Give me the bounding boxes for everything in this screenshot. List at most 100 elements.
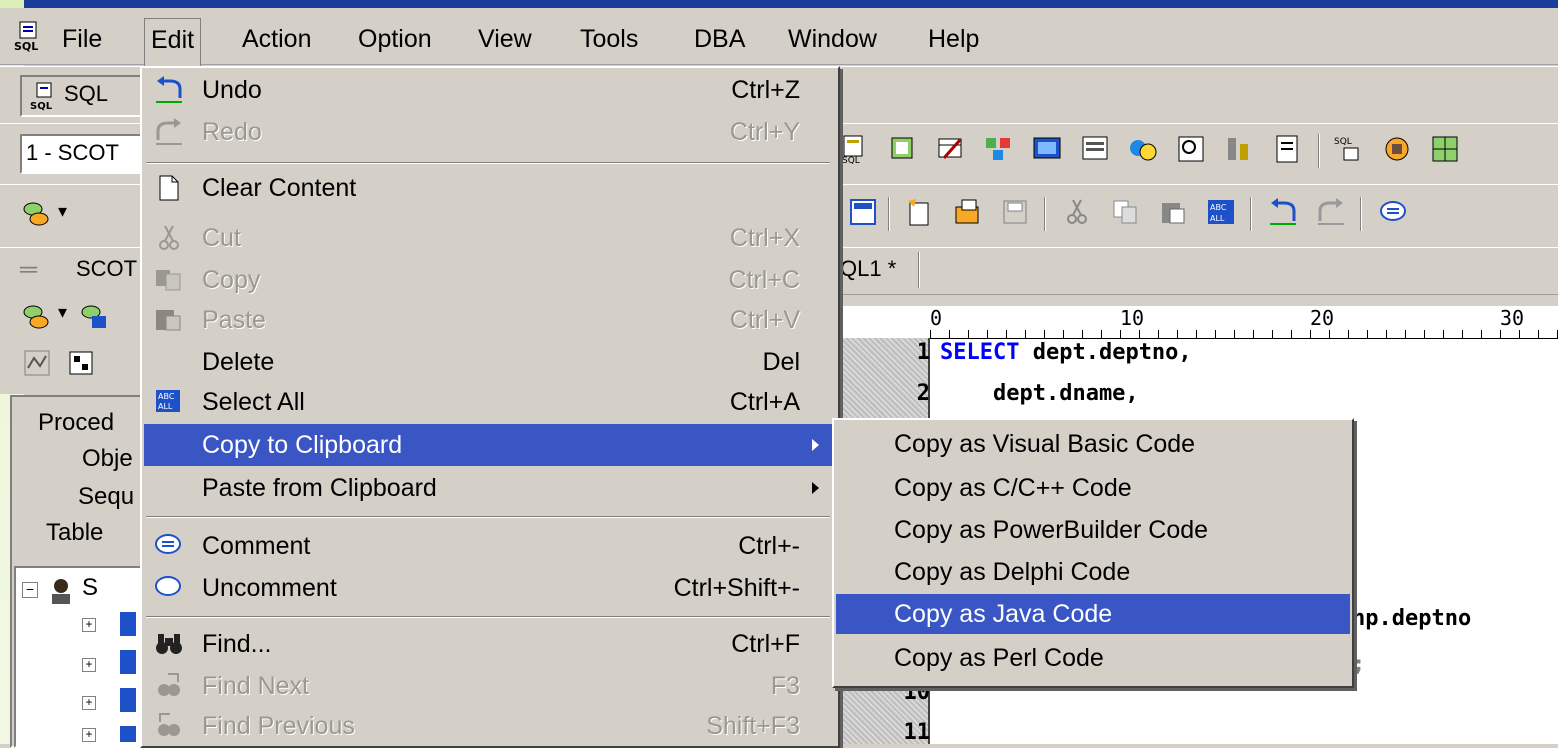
select-all-icon[interactable]: ABC ALL <box>1206 197 1236 227</box>
svg-text:SQL: SQL <box>842 156 860 164</box>
menu-file[interactable]: File <box>56 22 108 56</box>
schema-object-icon[interactable] <box>66 348 96 378</box>
schema-dropdown-icon[interactable]: ▾ <box>58 302 67 323</box>
menu-item-copy[interactable]: Copy Ctrl+C <box>144 260 836 300</box>
edit-menu: Undo Ctrl+Z Redo Ctrl+Y Clear Content Cu… <box>140 66 840 748</box>
undo-icon <box>156 76 182 103</box>
tuning-icon[interactable] <box>1224 134 1254 164</box>
menu-help[interactable]: Help <box>922 22 985 56</box>
submenu-item-c-cpp[interactable]: Copy as C/C++ Code <box>836 468 1350 508</box>
toolbar-separator <box>888 197 890 231</box>
select-all-icon: ABCALL <box>156 390 180 412</box>
grid-icon[interactable] <box>1430 134 1460 164</box>
svg-text:ALL: ALL <box>158 402 173 411</box>
menu-item-comment[interactable]: Comment Ctrl+- <box>144 526 836 566</box>
new-file-icon[interactable] <box>904 197 934 227</box>
connect-icon[interactable] <box>22 199 52 229</box>
line-number: 1 <box>916 340 930 365</box>
menu-item-copy-to-clipboard[interactable]: Copy to Clipboard <box>144 424 836 466</box>
redo-icon[interactable] <box>1316 197 1346 227</box>
database-icon[interactable] <box>888 134 918 164</box>
menu-item-delete[interactable]: Delete Del <box>144 342 836 382</box>
object-type-sequences[interactable]: Sequ <box>78 483 134 511</box>
schema-filter-icon[interactable] <box>80 302 110 332</box>
menu-item-uncomment[interactable]: Uncomment Ctrl+Shift+- <box>144 568 836 608</box>
copy-to-clipboard-submenu: Copy as Visual Basic Code Copy as C/C++ … <box>832 418 1354 688</box>
code-line-1: SELECT dept.deptno, <box>940 340 1192 365</box>
menu-item-clear-content[interactable]: Clear Content <box>144 168 836 208</box>
connect-dropdown-icon[interactable]: ▾ <box>58 201 67 222</box>
menu-edit[interactable]: Edit <box>144 18 202 67</box>
line-number: 2 <box>916 381 930 406</box>
object-type-procedures[interactable]: Proced <box>38 409 114 437</box>
open-file-icon[interactable] <box>952 197 982 227</box>
tab-sql-editor[interactable]: QL1 * <box>840 256 896 282</box>
tree-expand-icon[interactable]: + <box>82 728 96 742</box>
menu-tools[interactable]: Tools <box>574 22 644 56</box>
svg-text:SQL: SQL <box>30 101 53 111</box>
object-type-objects[interactable]: Obje <box>82 445 133 473</box>
sql-window-tab[interactable]: SQL SQL <box>20 75 144 117</box>
edit-table-icon[interactable] <box>936 134 966 164</box>
schema-icon[interactable] <box>984 134 1014 164</box>
menu-dba[interactable]: DBA <box>688 22 751 56</box>
tree-expand-icon[interactable]: + <box>82 618 96 632</box>
paste-icon[interactable] <box>1158 197 1188 227</box>
users-icon[interactable] <box>1128 134 1158 164</box>
menu-bar: SQL File Edit Action Option View Tools D… <box>0 8 1558 67</box>
code-fragment-deptno: np.deptno <box>1352 606 1472 631</box>
tree-expand-icon[interactable]: + <box>82 696 96 710</box>
submenu-item-perl[interactable]: Copy as Perl Code <box>836 638 1350 678</box>
sql-query-icon[interactable]: SQL <box>840 134 870 164</box>
schema-connect-icon[interactable] <box>22 302 52 332</box>
sql-format-icon[interactable]: SQL <box>1334 134 1364 164</box>
line-number: 11 <box>903 720 931 745</box>
object-type-tables[interactable]: Table <box>46 519 103 547</box>
explain-icon[interactable] <box>1176 134 1206 164</box>
connection-select[interactable]: 1 - SCOT <box>20 134 144 174</box>
wizard-icon[interactable] <box>1382 134 1412 164</box>
menu-window[interactable]: Window <box>782 22 883 56</box>
comment-icon <box>155 534 181 554</box>
schema-browser-tab[interactable]: SCOT <box>76 256 137 282</box>
scissors-icon <box>159 225 179 250</box>
toolbar-separator <box>1250 197 1252 231</box>
menu-item-undo[interactable]: Undo Ctrl+Z <box>144 70 836 110</box>
menu-item-paste-from-clipboard[interactable]: Paste from Clipboard <box>144 468 836 508</box>
panel-handle-icon: ═ <box>20 256 38 283</box>
submenu-item-delphi[interactable]: Copy as Delphi Code <box>836 552 1350 592</box>
menu-item-find-next[interactable]: Find Next F3 <box>144 666 836 706</box>
tree-collapse-icon[interactable]: − <box>22 582 38 598</box>
tree-expand-icon[interactable]: + <box>82 658 96 672</box>
document-icon[interactable] <box>1272 134 1302 164</box>
submenu-item-visual-basic[interactable]: Copy as Visual Basic Code <box>836 424 1350 464</box>
menu-separator <box>146 616 830 618</box>
menu-item-cut[interactable]: Cut Ctrl+X <box>144 218 836 258</box>
menu-item-select-all[interactable]: ABC ALL Select All Ctrl+A <box>144 382 836 422</box>
submenu-item-java[interactable]: Copy as Java Code <box>836 594 1350 634</box>
report-icon[interactable] <box>1080 134 1110 164</box>
menu-item-find-previous[interactable]: Find Previous Shift+F3 <box>144 706 836 746</box>
ruler-ticks <box>930 330 1558 338</box>
menu-item-redo[interactable]: Redo Ctrl+Y <box>144 112 836 152</box>
monitor-icon[interactable] <box>1032 134 1062 164</box>
menu-option[interactable]: Option <box>352 22 438 56</box>
binoculars-icon <box>156 634 182 654</box>
menu-item-find[interactable]: Find... Ctrl+F <box>144 624 836 664</box>
copy-icon[interactable] <box>1110 197 1140 227</box>
tree-root-label[interactable]: S <box>82 574 98 602</box>
submenu-item-powerbuilder[interactable]: Copy as PowerBuilder Code <box>836 510 1350 550</box>
save-file-icon[interactable] <box>1000 197 1030 227</box>
undo-icon[interactable] <box>1268 197 1298 227</box>
menu-view[interactable]: View <box>472 22 538 56</box>
schema-map-icon[interactable] <box>22 348 52 378</box>
layout-icon[interactable] <box>848 197 878 227</box>
sql-tab-label: SQL <box>64 81 109 106</box>
menu-action[interactable]: Action <box>236 22 317 56</box>
app-sql-icon[interactable]: SQL <box>12 20 42 54</box>
schema-tree: − S + + + + <box>14 566 142 748</box>
comment-icon[interactable] <box>1378 197 1408 227</box>
menu-item-paste[interactable]: Paste Ctrl+V <box>144 300 836 340</box>
scissors-icon[interactable] <box>1062 197 1092 227</box>
menu-separator <box>146 516 830 518</box>
